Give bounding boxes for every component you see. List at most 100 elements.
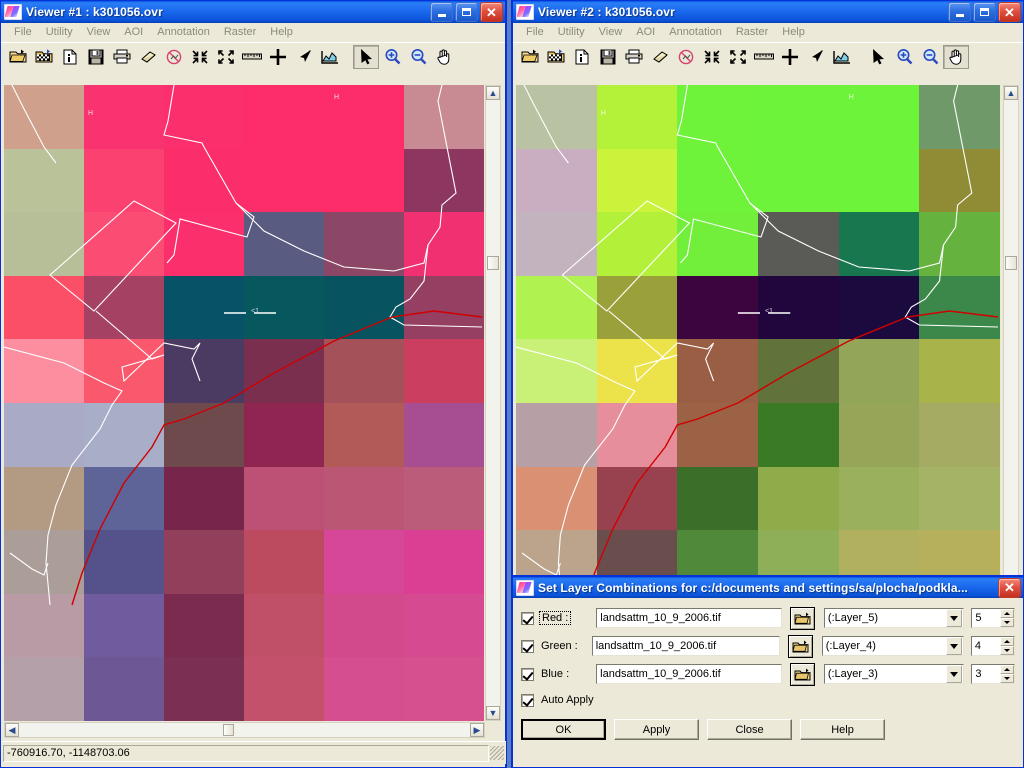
red-band-stepper[interactable] <box>1000 609 1014 627</box>
set-layer-combinations-dialog[interactable]: Set Layer Combinations for c:/documents … <box>512 576 1024 768</box>
menu-view[interactable]: View <box>592 25 630 39</box>
scroll-left-button[interactable]: ◀ <box>5 723 19 737</box>
red-file-input[interactable]: landsattm_10_9_2006.tif <box>596 608 783 628</box>
dialog-titlebar[interactable]: Set Layer Combinations for c:/documents … <box>513 577 1023 598</box>
eraser-icon[interactable] <box>647 45 673 69</box>
vertical-scroll-thumb[interactable] <box>1005 256 1017 270</box>
chevron-down-icon[interactable] <box>946 609 963 627</box>
measure-ruler-icon[interactable] <box>751 45 777 69</box>
viewer-2-titlebar[interactable]: Viewer #2 : k301056.ovr ✕ <box>513 1 1023 23</box>
menu-help[interactable]: Help <box>263 25 300 39</box>
open-file-icon[interactable] <box>5 45 31 69</box>
scroll-up-button[interactable]: ▲ <box>1004 86 1018 100</box>
help-button[interactable]: Help <box>800 719 885 740</box>
viewer-1-horizontal-scrollbar[interactable]: ◀ ▶ <box>4 722 485 738</box>
close-button[interactable]: ✕ <box>998 2 1021 22</box>
menu-annotation[interactable]: Annotation <box>150 25 217 39</box>
crosshair-icon[interactable] <box>777 45 803 69</box>
red-layer-combo[interactable]: (:Layer_5) <box>823 608 965 628</box>
spin-up-icon[interactable] <box>1000 665 1014 674</box>
green-file-input[interactable]: landsattm_10_9_2006.tif <box>591 636 780 656</box>
print-icon[interactable] <box>109 45 135 69</box>
image-info-icon[interactable] <box>57 45 83 69</box>
select-arrow-icon[interactable] <box>865 45 891 69</box>
maximize-button[interactable] <box>973 2 996 22</box>
blue-file-input[interactable]: landsattm_10_9_2006.tif <box>596 664 783 684</box>
green-band-spinner[interactable]: 4 <box>970 636 1015 656</box>
open-layer-icon[interactable] <box>31 45 57 69</box>
save-icon[interactable] <box>83 45 109 69</box>
blue-band-spinner[interactable]: 3 <box>971 664 1015 684</box>
blue-layer-combo[interactable]: (:Layer_3) <box>823 664 965 684</box>
green-channel-checkbox[interactable] <box>521 639 534 653</box>
blue-browse-folder-icon[interactable] <box>790 662 815 686</box>
pan-hand-icon[interactable] <box>431 45 457 69</box>
menu-aoi[interactable]: AOI <box>117 25 150 39</box>
auto-apply-checkbox[interactable] <box>521 693 534 707</box>
eraser-icon[interactable] <box>135 45 161 69</box>
select-arrow-icon[interactable] <box>353 44 379 69</box>
menu-raster[interactable]: Raster <box>729 25 775 39</box>
viewer-1-window[interactable]: Viewer #1 : k301056.ovr ✕ File Utility V… <box>0 0 506 768</box>
chevron-down-icon[interactable] <box>946 665 963 683</box>
green-band-stepper[interactable] <box>1000 637 1014 655</box>
scroll-down-button[interactable]: ▼ <box>486 706 500 720</box>
vertical-scroll-thumb[interactable] <box>487 256 499 270</box>
clear-view-icon[interactable] <box>161 45 187 69</box>
menu-help[interactable]: Help <box>775 25 812 39</box>
apply-button[interactable]: Apply <box>614 719 699 740</box>
blue-channel-checkbox[interactable] <box>521 667 534 681</box>
zoom-in-icon[interactable] <box>891 45 917 69</box>
inquire-arrow-icon[interactable] <box>803 45 829 69</box>
image-info-icon[interactable] <box>569 45 595 69</box>
maximize-button[interactable] <box>455 2 478 22</box>
zoom-out-icon[interactable] <box>917 45 943 69</box>
spin-up-icon[interactable] <box>1000 609 1014 618</box>
ok-button[interactable]: OK <box>521 719 606 740</box>
zoom-out-icon[interactable] <box>405 45 431 69</box>
clear-view-icon[interactable] <box>673 45 699 69</box>
spin-down-icon[interactable] <box>1000 646 1014 655</box>
measure-ruler-icon[interactable] <box>239 45 265 69</box>
minimize-button[interactable] <box>948 2 971 22</box>
menu-raster[interactable]: Raster <box>217 25 263 39</box>
resize-grip[interactable] <box>490 746 504 760</box>
open-layer-icon[interactable] <box>543 45 569 69</box>
zoom-to-fit-in-icon[interactable] <box>699 45 725 69</box>
scroll-up-button[interactable]: ▲ <box>486 86 500 100</box>
close-button[interactable]: ✕ <box>998 577 1021 598</box>
menu-file[interactable]: File <box>7 25 39 39</box>
red-browse-folder-icon[interactable] <box>790 606 815 630</box>
zoom-in-icon[interactable] <box>379 45 405 69</box>
menu-aoi[interactable]: AOI <box>629 25 662 39</box>
green-layer-combo[interactable]: (:Layer_4) <box>821 636 964 656</box>
print-icon[interactable] <box>621 45 647 69</box>
viewer-1-image-canvas[interactable]: H H <1 <box>4 85 484 721</box>
close-button[interactable]: Close <box>707 719 792 740</box>
red-channel-checkbox[interactable] <box>521 611 534 625</box>
minimize-button[interactable] <box>430 2 453 22</box>
save-icon[interactable] <box>595 45 621 69</box>
menu-utility[interactable]: Utility <box>39 25 80 39</box>
horizontal-scroll-thumb[interactable] <box>223 724 234 736</box>
menu-utility[interactable]: Utility <box>551 25 592 39</box>
close-button[interactable]: ✕ <box>480 2 503 22</box>
crosshair-icon[interactable] <box>265 45 291 69</box>
profile-chart-icon[interactable] <box>317 45 343 69</box>
open-file-icon[interactable] <box>517 45 543 69</box>
menu-view[interactable]: View <box>80 25 118 39</box>
zoom-extent-icon[interactable] <box>213 45 239 69</box>
profile-chart-icon[interactable] <box>829 45 855 69</box>
red-band-spinner[interactable]: 5 <box>971 608 1015 628</box>
viewer-1-titlebar[interactable]: Viewer #1 : k301056.ovr ✕ <box>1 1 505 23</box>
spin-up-icon[interactable] <box>1000 637 1014 646</box>
spin-down-icon[interactable] <box>1000 618 1014 627</box>
chevron-down-icon[interactable] <box>945 637 962 655</box>
inquire-arrow-icon[interactable] <box>291 45 317 69</box>
zoom-extent-icon[interactable] <box>725 45 751 69</box>
spin-down-icon[interactable] <box>1000 674 1014 683</box>
zoom-to-fit-in-icon[interactable] <box>187 45 213 69</box>
pan-hand-icon[interactable] <box>943 44 969 69</box>
menu-file[interactable]: File <box>519 25 551 39</box>
scroll-right-button[interactable]: ▶ <box>470 723 484 737</box>
